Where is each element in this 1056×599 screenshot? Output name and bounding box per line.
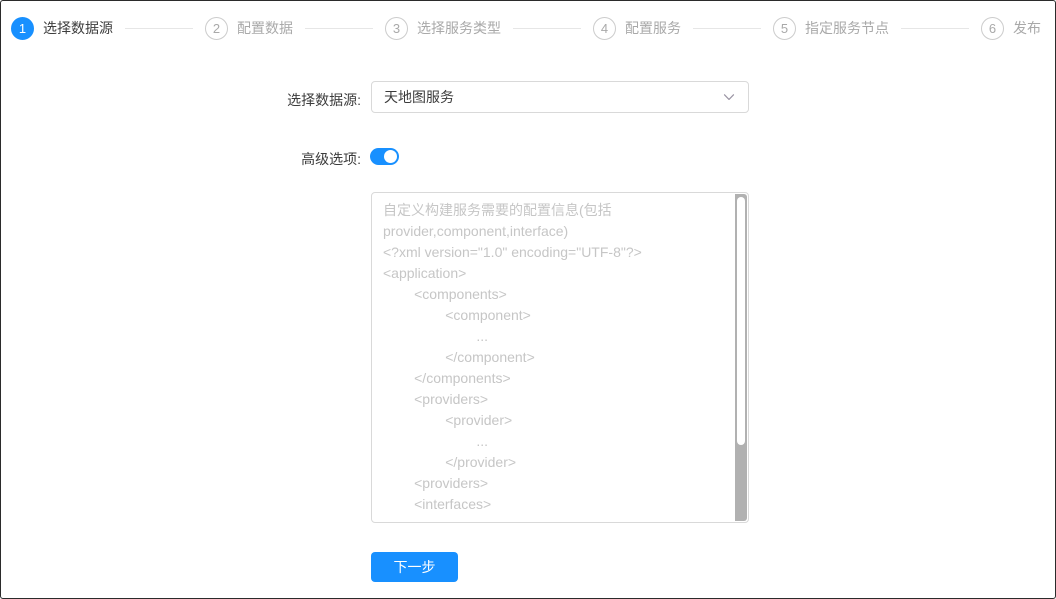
datasource-select[interactable]: 天地图服务 <box>371 81 749 113</box>
step-number-badge: 1 <box>11 16 34 40</box>
advanced-options-toggle[interactable] <box>370 148 399 165</box>
step-item-4: 4 配置服务 <box>593 16 681 40</box>
step-number-badge: 4 <box>593 16 616 40</box>
step-number-badge: 3 <box>385 16 408 40</box>
chevron-down-icon <box>722 90 736 104</box>
step-label: 指定服务节点 <box>805 20 889 36</box>
wizard-page: 1 选择数据源 2 配置数据 3 选择服务类型 4 配置服务 5 指定服务节点 … <box>0 0 1056 599</box>
textarea-scrollbar-track[interactable] <box>735 194 747 521</box>
textarea-scrollbar-thumb[interactable] <box>737 197 745 445</box>
step-connector <box>693 27 761 29</box>
step-label: 配置数据 <box>237 20 293 36</box>
datasource-label: 选择数据源: <box>287 92 361 108</box>
step-label: 选择数据源 <box>43 20 113 36</box>
step-label: 选择服务类型 <box>417 20 501 36</box>
step-connector <box>901 27 969 29</box>
step-connector <box>305 27 373 29</box>
step-connector <box>513 27 581 29</box>
next-step-button[interactable]: 下一步 <box>371 552 458 582</box>
step-item-3: 3 选择服务类型 <box>385 16 501 40</box>
toggle-knob <box>384 150 397 163</box>
step-number-badge: 2 <box>205 16 228 40</box>
datasource-select-value: 天地图服务 <box>384 89 454 105</box>
step-number-badge: 5 <box>773 16 796 40</box>
step-item-1: 1 选择数据源 <box>11 16 113 40</box>
step-item-2: 2 配置数据 <box>205 16 293 40</box>
step-item-5: 5 指定服务节点 <box>773 16 889 40</box>
wizard-stepper: 1 选择数据源 2 配置数据 3 选择服务类型 4 配置服务 5 指定服务节点 … <box>11 15 1041 41</box>
step-label: 发布 <box>1013 20 1041 36</box>
step-number-badge: 6 <box>981 16 1004 40</box>
advanced-options-label: 高级选项: <box>301 151 361 167</box>
config-xml-textarea[interactable] <box>372 193 748 522</box>
config-textarea-container <box>371 192 749 523</box>
step-item-6: 6 发布 <box>981 16 1041 40</box>
step-connector <box>125 27 193 29</box>
step-label: 配置服务 <box>625 20 681 36</box>
